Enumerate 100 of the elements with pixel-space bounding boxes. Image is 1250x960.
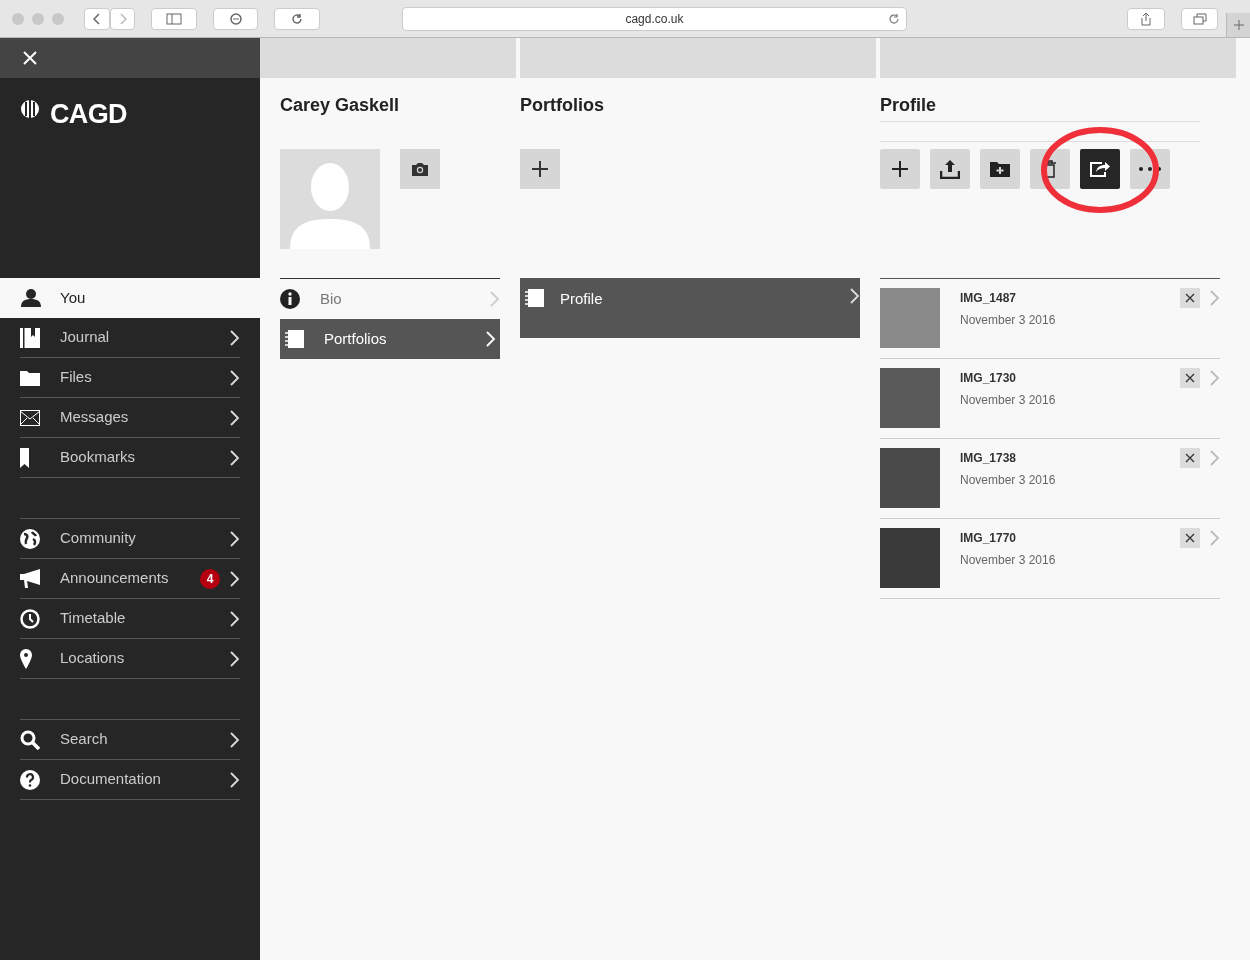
- sidebar-item[interactable]: Files: [20, 358, 240, 398]
- close-icon: [1185, 533, 1195, 543]
- sidebar-item[interactable]: You: [0, 278, 260, 318]
- share-arrow-icon: [1089, 160, 1111, 178]
- back-button[interactable]: [84, 7, 110, 30]
- remove-button[interactable]: [1180, 368, 1200, 388]
- close-icon: [1185, 453, 1195, 463]
- info-icon: [280, 289, 300, 309]
- notebook-icon: [284, 329, 304, 349]
- chevron-icon: [230, 449, 240, 466]
- folder-icon: [20, 369, 40, 386]
- chevron-icon: [230, 771, 240, 788]
- bookmark-icon: [20, 447, 30, 468]
- photo-placeholder: [880, 288, 940, 348]
- add-button[interactable]: [880, 149, 920, 189]
- list-item[interactable]: Portfolios: [280, 319, 500, 359]
- url-text: cagd.co.uk: [625, 10, 684, 28]
- chevron-icon: [1210, 290, 1220, 306]
- image-date: November 3 2016: [960, 472, 1057, 489]
- chevron-icon: [490, 291, 500, 307]
- chevron-icon: [230, 329, 240, 346]
- tabs-button[interactable]: [1180, 7, 1219, 30]
- sidebar-icon: [166, 12, 183, 25]
- new-tab-button[interactable]: [1226, 12, 1250, 37]
- sync-button[interactable]: [212, 7, 259, 30]
- sync-icon: [228, 11, 243, 26]
- chevron-icon: [1210, 370, 1220, 386]
- chevron-icon: [230, 369, 240, 386]
- photo-placeholder: [880, 528, 940, 588]
- photo-placeholder: [880, 368, 940, 428]
- remove-button[interactable]: [1180, 288, 1200, 308]
- person-icon: [20, 288, 42, 308]
- tabs-icon: [1192, 12, 1207, 25]
- remove-button[interactable]: [1180, 448, 1200, 468]
- chevron-icon: [230, 409, 240, 426]
- chevron-icon: [1210, 450, 1220, 466]
- chevron-icon: [230, 610, 240, 627]
- sidebar-item[interactable]: Locations: [20, 639, 240, 679]
- megaphone-icon: [20, 568, 42, 589]
- plus-icon: [891, 160, 909, 178]
- add-button[interactable]: [520, 149, 560, 189]
- chevron-icon: [230, 530, 240, 547]
- sidebar-item[interactable]: Messages: [20, 398, 240, 438]
- chevron-icon: [486, 331, 496, 347]
- reload-button[interactable]: [274, 7, 320, 30]
- help-icon: [20, 769, 40, 790]
- close-icon: [1185, 373, 1195, 383]
- book-icon: [20, 327, 40, 348]
- upload-icon: [940, 159, 960, 179]
- close-icon[interactable]: [22, 50, 38, 66]
- image-date: November 3 2016: [960, 392, 1057, 409]
- chevron-icon: [1210, 530, 1220, 546]
- camera-icon: [411, 161, 429, 177]
- chevron-left-icon: [92, 12, 101, 25]
- sidebar-item[interactable]: Timetable: [20, 599, 240, 639]
- clock-icon: [20, 608, 40, 629]
- more-icon: [1139, 167, 1161, 171]
- reload-icon: [290, 12, 303, 25]
- share-icon: [1139, 11, 1152, 26]
- folder-plus-icon: [990, 161, 1010, 177]
- image-date: November 3 2016: [960, 312, 1057, 329]
- column-title: Carey Gaskell: [280, 94, 401, 117]
- map-pin-icon: [20, 648, 32, 669]
- sidebar-toggle-button[interactable]: [151, 7, 197, 30]
- globe-icon: [20, 528, 40, 549]
- sidebar-item[interactable]: Search: [20, 720, 240, 760]
- envelope-icon: [20, 409, 40, 426]
- address-bar[interactable]: cagd.co.uk: [401, 6, 908, 31]
- sidebar-item[interactable]: Journal: [20, 318, 240, 358]
- sidebar-item[interactable]: Bookmarks: [20, 438, 240, 478]
- remove-button[interactable]: [1180, 528, 1200, 548]
- plus-icon: [531, 160, 549, 178]
- chevron-icon: [850, 288, 860, 304]
- sidebar-item[interactable]: Documentation: [20, 760, 240, 800]
- list-item[interactable]: Profile: [520, 278, 860, 338]
- chevron-icon: [230, 570, 240, 587]
- search-icon: [20, 729, 40, 750]
- close-icon: [1185, 293, 1195, 303]
- camera-button[interactable]: [400, 149, 440, 189]
- column-title: Profile: [880, 92, 1200, 122]
- chevron-icon: [230, 650, 240, 667]
- sidebar-item[interactable]: Community: [20, 519, 240, 559]
- chevron-icon: [230, 731, 240, 748]
- share-button[interactable]: [1080, 149, 1120, 189]
- list-item[interactable]: Bio: [280, 279, 500, 319]
- notification-badge: 4: [200, 568, 220, 589]
- notebook-icon: [524, 288, 544, 308]
- sidebar-item[interactable]: Announcements 4: [20, 559, 240, 599]
- reload-icon[interactable]: [888, 12, 901, 25]
- logo-text: CAGD: [50, 98, 127, 131]
- image-name: IMG_1738: [960, 450, 1018, 467]
- chevron-right-icon: [118, 12, 127, 25]
- column-title: Portfolios: [520, 94, 605, 117]
- upload-button[interactable]: [930, 149, 970, 189]
- logo-icon: [20, 99, 40, 119]
- plus-icon: [1232, 18, 1245, 31]
- new-folder-button[interactable]: [980, 149, 1020, 189]
- image-name: IMG_1730: [960, 370, 1018, 387]
- image-name: IMG_1770: [960, 530, 1018, 547]
- image-name: IMG_1487: [960, 290, 1018, 307]
